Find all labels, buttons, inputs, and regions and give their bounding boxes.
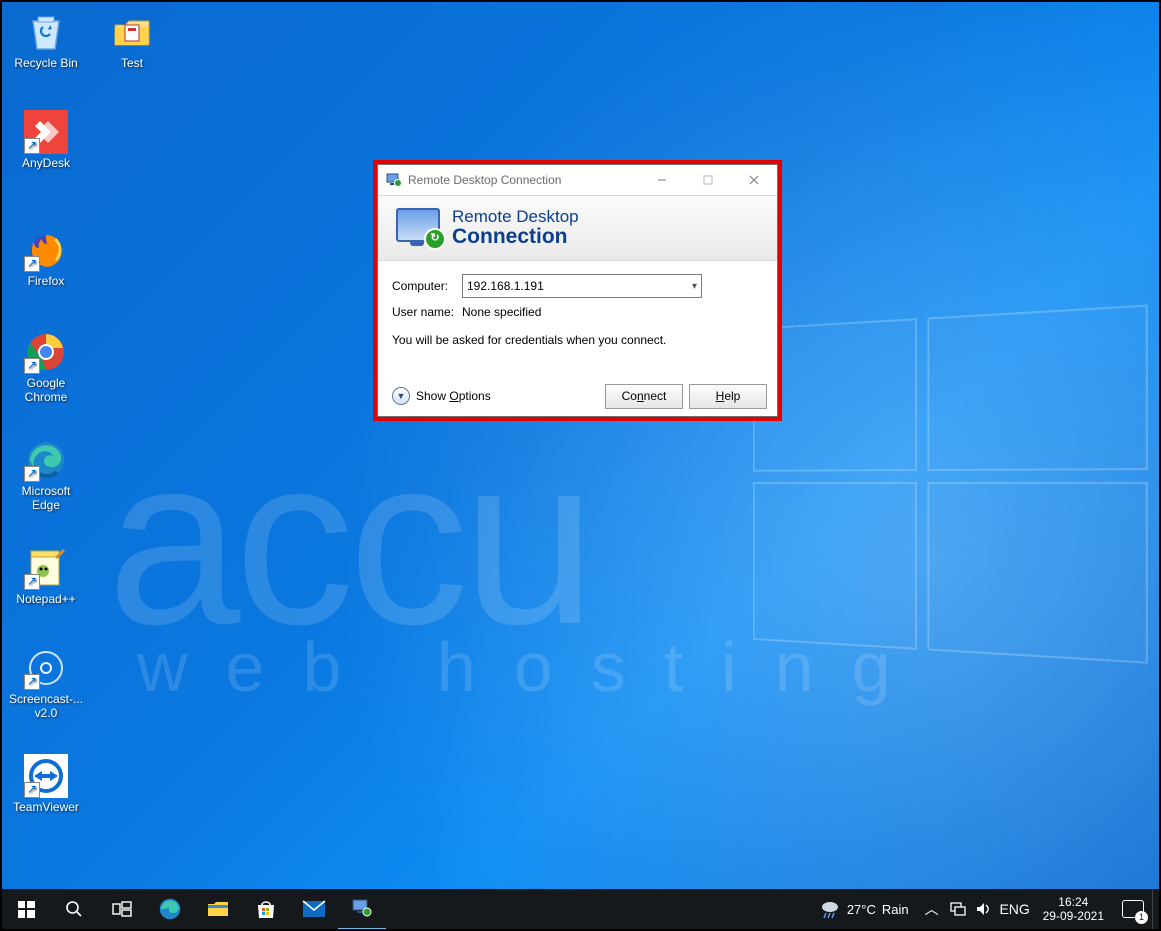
desktop-icon-label: Recycle Bin (8, 56, 84, 70)
desktop-icon-teamviewer[interactable]: ↗ TeamViewer (8, 754, 84, 814)
desktop-icon-label: Firefox (8, 274, 84, 288)
banner-line1: Remote Desktop (452, 208, 579, 226)
computer-value: 192.168.1.191 (467, 279, 544, 293)
file-explorer-icon (207, 899, 229, 919)
desktop-icon-label: Google Chrome (8, 376, 84, 404)
clock-time: 16:24 (1043, 895, 1104, 909)
watermark-accu: accu (107, 420, 590, 660)
remote-desktop-window[interactable]: Remote Desktop Connection ↻ Remote Deskt… (377, 164, 778, 417)
desktop-icon-label: TeamViewer (8, 800, 84, 814)
task-view-button[interactable] (98, 889, 146, 929)
credentials-hint: You will be asked for credentials when y… (392, 333, 763, 347)
folder-icon (110, 10, 154, 54)
chrome-icon: ↗ (24, 330, 68, 374)
anydesk-icon: ↗ (24, 110, 68, 154)
tray-network-button[interactable] (945, 889, 971, 929)
network-icon (949, 901, 967, 917)
minimize-button[interactable] (639, 165, 685, 195)
connect-button[interactable]: Connect (605, 384, 683, 409)
taskbar-weather[interactable]: 27°C Rain (809, 898, 919, 920)
search-button[interactable] (50, 889, 98, 929)
username-value: None specified (462, 305, 541, 319)
screencast-icon: ↗ (24, 646, 68, 690)
weather-text: Rain (882, 902, 909, 917)
rdc-monitor-icon: ↻ (396, 208, 444, 248)
screen: accu web hosting Recycle Bin Test ↗ AnyD… (0, 0, 1161, 931)
computer-label: Computer: (392, 279, 462, 293)
notepadpp-icon: ↗ (24, 546, 68, 590)
desktop-icon-label: Notepad++ (8, 592, 84, 606)
help-button[interactable]: Help (689, 384, 767, 409)
weather-icon (819, 898, 841, 920)
clock-date: 29-09-2021 (1043, 909, 1104, 923)
desktop-icon-test[interactable]: Test (94, 10, 170, 70)
mail-icon (302, 900, 326, 918)
desktop-icon-chrome[interactable]: ↗ Google Chrome (8, 330, 84, 404)
rdc-banner: ↻ Remote Desktop Connection (378, 195, 777, 261)
desktop-icon-notepadpp[interactable]: ↗ Notepad++ (8, 546, 84, 606)
language-label: ENG (999, 901, 1029, 917)
show-options-toggle[interactable]: ▼ Show Options (392, 387, 599, 405)
username-label: User name: (392, 305, 462, 319)
rdc-icon (351, 897, 373, 919)
search-icon (65, 900, 83, 918)
recycle-bin-icon (24, 10, 68, 54)
desktop-icon-label: Test (94, 56, 170, 70)
teamviewer-icon: ↗ (24, 754, 68, 798)
window-title: Remote Desktop Connection (408, 173, 639, 187)
taskbar-app-mail[interactable] (290, 889, 338, 929)
shortcut-arrow-icon: ↗ (24, 358, 40, 374)
desktop-icon-label: AnyDesk (8, 156, 84, 170)
weather-temp: 27°C (847, 902, 876, 917)
desktop-icon-firefox[interactable]: ↗ Firefox (8, 228, 84, 288)
shortcut-arrow-icon: ↗ (24, 466, 40, 482)
taskbar-app-store[interactable] (242, 889, 290, 929)
tray-language-button[interactable]: ENG (997, 889, 1033, 929)
taskbar-app-rdc[interactable] (338, 888, 386, 929)
shortcut-arrow-icon: ↗ (24, 674, 40, 690)
rdc-highlight-border: Remote Desktop Connection ↻ Remote Deskt… (373, 160, 782, 421)
show-desktop-button[interactable] (1152, 889, 1159, 929)
window-titlebar[interactable]: Remote Desktop Connection (378, 165, 777, 195)
task-view-icon (112, 901, 132, 917)
tray-volume-button[interactable] (971, 889, 997, 929)
chevron-down-icon: ▼ (392, 387, 410, 405)
desktop-icon-anydesk[interactable]: ↗ AnyDesk (8, 110, 84, 170)
desktop-icon-recycle-bin[interactable]: Recycle Bin (8, 10, 84, 70)
desktop-icon-screencast[interactable]: ↗ Screencast-... v2.0 (8, 646, 84, 720)
maximize-button[interactable] (685, 165, 731, 195)
tray-overflow-button[interactable]: ︿ (919, 889, 945, 929)
banner-line2: Connection (452, 226, 579, 248)
desktop-icon-label: Microsoft Edge (8, 484, 84, 512)
close-button[interactable] (731, 165, 777, 195)
start-button[interactable] (2, 889, 50, 929)
desktop[interactable]: accu web hosting Recycle Bin Test ↗ AnyD… (2, 2, 1159, 929)
taskbar[interactable]: 27°C Rain ︿ ENG 16:24 29-09-2021 1 (2, 889, 1159, 929)
shortcut-arrow-icon: ↗ (24, 138, 40, 154)
taskbar-app-explorer[interactable] (194, 889, 242, 929)
notifications-badge: 1 (1135, 911, 1148, 924)
wallpaper-windows-logo (753, 304, 1149, 659)
desktop-icon-label: Screencast-... v2.0 (8, 692, 84, 720)
show-options-label: Show Options (416, 389, 491, 403)
shortcut-arrow-icon: ↗ (24, 782, 40, 798)
edge-icon: ↗ (24, 438, 68, 482)
rdc-title-icon (386, 172, 402, 188)
chevron-down-icon: ▾ (692, 281, 697, 292)
taskbar-clock[interactable]: 16:24 29-09-2021 (1033, 895, 1114, 923)
shortcut-arrow-icon: ↗ (24, 574, 40, 590)
speaker-icon (975, 901, 993, 917)
taskbar-app-edge[interactable] (146, 889, 194, 929)
chevron-up-icon: ︿ (925, 899, 939, 919)
desktop-icon-edge[interactable]: ↗ Microsoft Edge (8, 438, 84, 512)
edge-icon (158, 897, 182, 921)
windows-logo-icon (18, 901, 35, 918)
store-icon (255, 898, 277, 920)
computer-combobox[interactable]: 192.168.1.191 ▾ (462, 274, 702, 298)
notifications-button[interactable]: 1 (1114, 889, 1152, 929)
shortcut-arrow-icon: ↗ (24, 256, 40, 272)
firefox-icon: ↗ (24, 228, 68, 272)
